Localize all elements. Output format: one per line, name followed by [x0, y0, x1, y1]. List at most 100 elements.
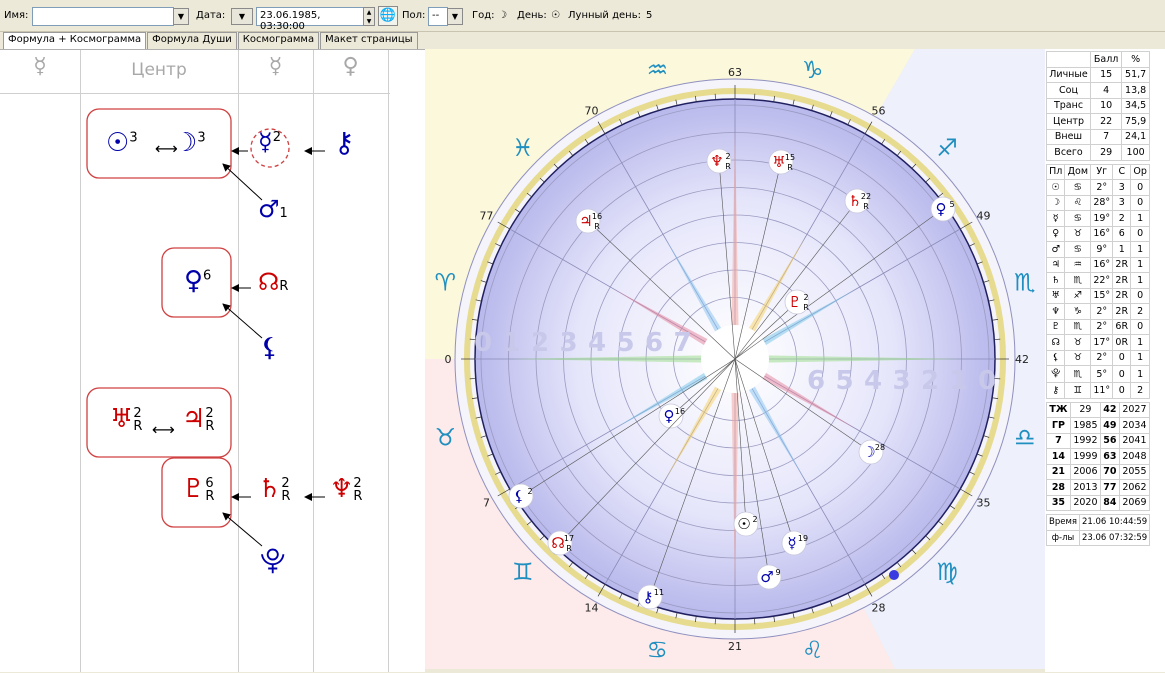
table-row: Центр2275,9 [1047, 114, 1150, 130]
table-cell: Центр [1047, 114, 1091, 130]
planet-degree: 16 [675, 407, 685, 416]
planet-degree: 17 [564, 534, 574, 543]
table-cell: 2 [1131, 383, 1150, 399]
planet-degree: 11 [654, 588, 664, 597]
name-label: Имя: [4, 10, 28, 21]
degree-mark: 77 [479, 210, 493, 223]
table-row: Внеш724,1 [1047, 129, 1150, 145]
table-cell: ☊ [1047, 335, 1065, 351]
tab-formula-cosmogram[interactable]: Формула + Космограмма [3, 32, 146, 50]
tab-bar: Формула + Космограмма Формула Души Космо… [3, 32, 419, 49]
table-cell: 2R [1113, 257, 1131, 273]
table-cell: 2027 [1119, 402, 1149, 418]
year-value: ☽ [498, 10, 507, 21]
table-cell: ♉ [1065, 350, 1091, 366]
zodiac-sign-icon: ♈ [434, 268, 456, 296]
planet-icon: ♄ [848, 192, 861, 210]
saturn-icon: ♄2R [258, 474, 290, 504]
score-table: Балл % Личные1551,7 Соц413,8 Транс1034,5… [1046, 51, 1150, 161]
planet-icon: ♀ [664, 407, 675, 425]
date-spinner[interactable]: ▲▼ [363, 7, 375, 26]
planet-degree: 2 [725, 152, 730, 161]
tab-page-layout[interactable]: Макет страницы [320, 32, 418, 49]
zodiac-sign-icon: ♉ [434, 424, 456, 452]
table-row: ♀♉16°60 [1047, 226, 1150, 242]
table-cell: ф-лы [1047, 530, 1080, 546]
mars-icon: ♂1 [258, 195, 288, 223]
name-input[interactable] [32, 7, 174, 26]
degree-mark: 63 [728, 66, 742, 79]
planet-degree: 19 [798, 534, 808, 543]
tab-cosmogram[interactable]: Космограмма [238, 32, 319, 49]
gender-label: Пол: [402, 10, 425, 21]
zodiac-sign-icon: ♍ [936, 558, 958, 586]
table-cell: 75,9 [1122, 114, 1150, 130]
table-cell: 2R [1113, 304, 1131, 320]
day-value: ☉ [551, 10, 560, 21]
gender-dropdown-button[interactable]: ▼ [447, 8, 463, 25]
table-cell: 29 [1070, 402, 1100, 418]
table-row: ♂♋9°11 [1047, 242, 1150, 258]
right-panel: Балл % Личные1551,7 Соц413,8 Транс1034,5… [1045, 49, 1165, 672]
gender-select[interactable]: -- [428, 7, 448, 26]
date-dropdown-button[interactable]: ▼ [231, 8, 253, 25]
planet-icon: ☿ [787, 534, 796, 552]
formula-panel: ☿ Центр ☿ ♀ ⟷ ⟷ ☉3 ☽3 ☿2 ⚷ ♂1 ♀6 ☊R ⚸ ♅2… [0, 49, 425, 672]
table-cell: Личные [1047, 67, 1091, 83]
tab-soul-formula[interactable]: Формула Души [147, 32, 237, 49]
zodiac-sign-icon: ♓ [512, 134, 534, 162]
table-cell: 2° [1091, 319, 1113, 335]
table-cell: 14 [1047, 449, 1071, 465]
table-cell: ♀ [1047, 226, 1065, 242]
table-row: Соц413,8 [1047, 83, 1150, 99]
table-cell: 100 [1122, 145, 1150, 161]
planet-degree: 9 [775, 568, 780, 577]
table-cell: 3 [1113, 180, 1131, 196]
degree-mark: 42 [1015, 353, 1029, 366]
inner-number: 2 [921, 366, 939, 396]
planet-icon: ☉ [737, 515, 750, 533]
table-cell: ♏ [1065, 366, 1091, 383]
table-cell: 23.06 07:32:59 [1079, 530, 1149, 546]
table-cell: 11° [1091, 383, 1113, 399]
zodiac-sign-icon: ♊ [512, 558, 534, 586]
moon-icon: ☽3 [174, 128, 206, 158]
table-row: Транс1034,5 [1047, 98, 1150, 114]
planet-retrograde: R [566, 544, 572, 553]
date-input[interactable]: 23.06.1985, 03:30:00 [256, 7, 364, 26]
planet-degree: 15 [785, 153, 795, 162]
table-cell: 2048 [1119, 449, 1149, 465]
table-cell: 49 [1101, 418, 1120, 434]
date-label: Дата: [196, 10, 225, 21]
table-cell: 22° [1091, 273, 1113, 289]
table-cell: 3 [1113, 195, 1131, 211]
table-cell: Пл [1047, 164, 1065, 180]
inner-number: 7 [673, 328, 691, 358]
table-row: ⯓♏5°01 [1047, 366, 1150, 383]
planet-retrograde: R [863, 202, 869, 211]
uranus-icon: ♅2R [110, 404, 142, 434]
lunar-day-label: Лунный день: [568, 10, 641, 21]
table-cell: 70 [1101, 464, 1120, 480]
zodiac-sign-icon: ♋ [647, 636, 669, 664]
table-cell: 1 [1113, 242, 1131, 258]
table-cell: 1 [1131, 366, 1150, 383]
sun-icon: ☉3 [106, 128, 138, 158]
inner-number: 1 [502, 328, 520, 358]
table-cell: 1 [1131, 350, 1150, 366]
globe-icon[interactable]: 🌐 [378, 6, 398, 26]
table-cell: ГР [1047, 418, 1071, 434]
table-cell: 1992 [1070, 433, 1100, 449]
table-cell: 2013 [1070, 480, 1100, 496]
table-row: ⚷♊11°02 [1047, 383, 1150, 399]
table-cell: 2020 [1070, 495, 1100, 511]
svg-text:⟷: ⟷ [152, 420, 175, 439]
table-cell: ♅ [1047, 288, 1065, 304]
inner-number: 3 [559, 328, 577, 358]
table-cell: 29 [1091, 145, 1122, 161]
table-cell: % [1122, 52, 1150, 68]
table-cell: 0 [1113, 350, 1131, 366]
inner-number: 5 [616, 328, 634, 358]
table-cell: Уг [1091, 164, 1113, 180]
name-dropdown-button[interactable]: ▼ [173, 8, 189, 25]
